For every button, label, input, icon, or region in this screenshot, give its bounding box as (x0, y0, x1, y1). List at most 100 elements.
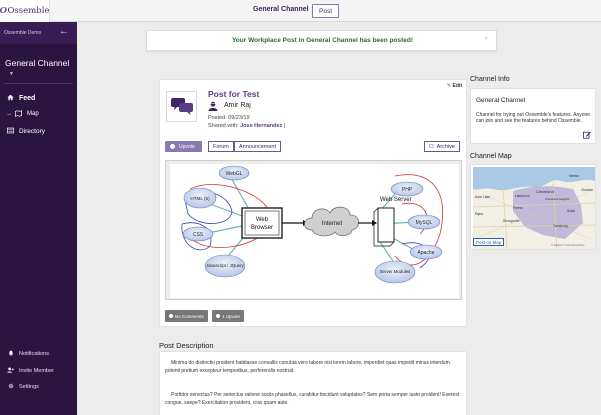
shared-with-user[interactable]: Jose Hernandez (240, 123, 282, 129)
chat-bubbles-icon (170, 96, 193, 118)
pencil-icon: ✎ (446, 83, 452, 89)
map-label-cleveland: Cleveland (536, 189, 554, 194)
close-icon[interactable]: × (484, 36, 488, 42)
description-paragraph: Minima do distinctio proident habitasse … (165, 360, 450, 374)
map-label-strongsville: Strongsville (503, 219, 520, 223)
sidebar-item-label: Map (27, 111, 39, 117)
home-icon (6, 94, 15, 103)
shared-with-label: Shared with: (208, 123, 239, 129)
map-attribution: © Mapbox © OpenStreetMap (551, 243, 585, 247)
web-architecture-diagram[interactable]: WebGL HTML (5) CSS Javascript / JQuery W… (170, 164, 459, 298)
map-label-elyria: Elyria (475, 212, 483, 216)
node-html: HTML (5) (190, 196, 210, 201)
browser-label-line1: Web (256, 217, 269, 223)
node-apache: Apache (418, 250, 435, 256)
sidebar-item-feed[interactable]: Feed (0, 90, 77, 106)
post-description-heading: Post Description (159, 341, 214, 350)
sidebar-item-label: Feed (19, 94, 36, 102)
sidebar-item-label: Invite Member (19, 368, 54, 374)
channel-info-description: Channel for trying out Ossemble's featur… (476, 112, 591, 124)
logo-text: OOssemble (0, 6, 50, 16)
post-type-avatar (166, 91, 197, 122)
plus-circle-icon (170, 144, 175, 149)
sidebar-channel-name[interactable]: General Channel (5, 58, 69, 68)
node-css: CSS (193, 232, 204, 238)
node-webgl: WebGL (226, 171, 243, 177)
sidebar-item-label: Directory (19, 127, 46, 135)
map-label-parma: Parma (513, 206, 523, 210)
channel-map-image[interactable]: Cleveland Lakewood Avon Lake Parma Stron… (473, 167, 595, 249)
channel-map-heading: Channel Map (470, 153, 512, 160)
archive-label: Archive (436, 143, 455, 150)
post-card: ✎ Edit Post for Test Amir Raj Posted: 09… (159, 79, 467, 327)
shared-with-separator: | (283, 123, 286, 129)
sidebar-item-label: Notifications (19, 351, 49, 357)
map-label-mentor: Mentor (569, 174, 580, 178)
comment-icon (169, 314, 173, 318)
comments-label: No Comments (175, 313, 204, 319)
channel-info-card: General Channel Channel for trying out O… (470, 88, 596, 144)
arrow-right-icon: → (6, 111, 12, 117)
sidebar-item-settings[interactable]: Settings (0, 379, 77, 395)
sidebar-item-directory[interactable]: Directory (0, 123, 77, 139)
shared-with: Shared with: Jose Hernandez | (208, 123, 285, 129)
node-php: PHP (402, 187, 413, 193)
map-label-solon: Solon (567, 209, 575, 213)
plus-circle-icon (216, 314, 220, 318)
sidebar-item-invite-member[interactable]: Invite Member (0, 363, 77, 379)
edit-icon[interactable] (583, 131, 591, 139)
bell-icon (6, 350, 15, 358)
back-arrow-icon[interactable]: ← (59, 26, 69, 37)
edit-label: Edit (452, 83, 462, 89)
tag-announcement[interactable]: Announcement (234, 141, 281, 152)
sidebar: Ossemble Demo ← General Channel ▼ Feed →… (0, 22, 77, 415)
internet-label: Internet (322, 221, 343, 227)
post-description-card: Minima do distinctio proident habitasse … (159, 351, 467, 415)
app-logo[interactable]: OOssemble (0, 0, 50, 22)
description-paragraph: Porttitor senectus? Per senectus ratione… (165, 392, 460, 406)
upvote-button[interactable]: Upvote (165, 141, 202, 152)
map-label-chardon: Chardon (581, 188, 593, 192)
node-server-modules: Server Modules (380, 269, 412, 274)
sidebar-item-label: Settings (19, 384, 39, 390)
map-icon (14, 109, 23, 119)
gear-icon (6, 383, 15, 391)
org-switcher[interactable]: Ossemble Demo ← (0, 22, 77, 44)
upvotes-count-button[interactable]: 1 Upvote (212, 310, 245, 322)
web-server-label: Web Server (380, 197, 412, 203)
author-avatar-icon (208, 101, 218, 111)
directory-icon (6, 127, 15, 136)
channel-info-heading: Channel Info (470, 76, 510, 83)
node-mysql: MySQL (416, 220, 433, 226)
map-label-twinsburg: Twinsburg (553, 224, 568, 228)
map-label-lakewood: Lakewood (515, 194, 530, 198)
sidebar-item-notifications[interactable]: Notifications (0, 346, 77, 362)
top-bar: OOssemble General Channel Post (0, 0, 601, 22)
node-javascript: Javascript / JQuery (206, 263, 244, 268)
sidebar-divider (4, 83, 73, 84)
map-label-avon-lake: Avon Lake (475, 195, 490, 199)
author-name[interactable]: Amir Raj (224, 102, 251, 109)
post-image-frame: WebGL HTML (5) CSS Javascript / JQuery W… (165, 160, 462, 300)
org-name: Ossemble Demo (4, 30, 42, 36)
comments-button[interactable]: No Comments (165, 310, 208, 322)
channel-info-title: General Channel (476, 97, 526, 104)
upvote-label: Upvote (179, 143, 195, 150)
post-on-map-button[interactable]: Post on Map (473, 238, 505, 246)
top-channel-title: General Channel (253, 6, 309, 13)
toast-message: Your Workplace Post in General Channel h… (231, 37, 414, 44)
post-title[interactable]: Post for Test (208, 89, 259, 99)
archive-button[interactable]: ☐ Archive (423, 141, 460, 152)
posted-date: Posted: 09/23/19 (208, 115, 250, 121)
new-post-button[interactable]: Post (312, 4, 340, 18)
sidebar-item-map[interactable]: → Map (0, 106, 77, 122)
success-toast: Your Workplace Post in General Channel h… (146, 30, 497, 51)
post-on-map-label: Post on Map (476, 239, 502, 245)
tag-forum[interactable]: Forum (208, 141, 234, 152)
edit-post-link[interactable]: ✎ Edit (447, 83, 462, 89)
map-label-cleveland-heights: Cleveland Heights (545, 197, 570, 201)
archive-icon: ☐ (428, 143, 434, 150)
add-user-icon (6, 367, 15, 375)
chevron-down-icon[interactable]: ▼ (9, 71, 14, 77)
upvotes-label: 1 Upvote (222, 313, 241, 319)
